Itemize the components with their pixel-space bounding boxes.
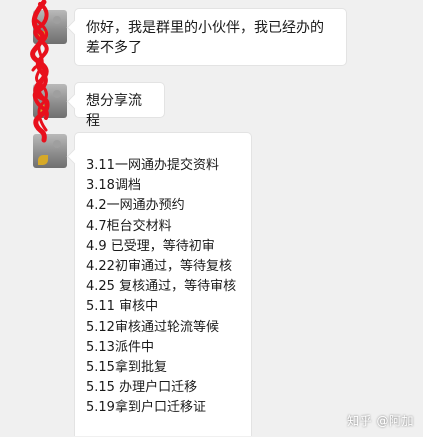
process-step: 5.12审核通过轮流等候 [86, 319, 219, 335]
avatar-dot-icon [53, 140, 61, 148]
process-step: 5.15拿到批复 [86, 360, 167, 376]
process-step: 4.2一网通办预约 [86, 198, 185, 214]
process-step: 5.15 办理户口迁移 [86, 380, 198, 396]
process-step: 5.11 审核中 [86, 299, 159, 315]
avatar-dot-icon [53, 16, 61, 24]
process-step: 4.9 已受理，等待初审 [86, 238, 215, 254]
avatar-leaf-icon [38, 155, 48, 165]
process-step: 5.13派件中 [86, 339, 154, 355]
sender-avatar[interactable] [33, 84, 67, 118]
sender-avatar[interactable] [33, 10, 67, 44]
process-step: 4.22初审通过，等待复核 [86, 259, 232, 275]
process-step: 4.7柜台交材料 [86, 218, 172, 234]
message-bubble[interactable]: 你好，我是群里的小伙伴，我已经办的差不多了 [74, 8, 347, 66]
avatar-leaf-icon [38, 31, 48, 41]
message-bubble[interactable]: 想分享流程 [74, 82, 165, 129]
zhihu-watermark: 知乎 @阿加 [347, 414, 414, 428]
process-step: 4.25 复核通过，等待审核 [86, 279, 237, 295]
message-bubble[interactable]: 3.11一网通办提交资料 3.18调档 4.2一网通办预约 4.7柜台交材料 4… [74, 132, 252, 436]
process-step: 3.11一网通办提交资料 [86, 158, 219, 173]
chat-window: 你好，我是群里的小伙伴，我已经办的差不多了 想分享流程 3.11一网通办提交资料… [0, 0, 423, 437]
sender-avatar[interactable] [33, 134, 67, 168]
avatar-dot-icon [53, 90, 61, 98]
avatar-leaf-icon [38, 105, 48, 115]
message-text: 想分享流程 [86, 93, 142, 129]
process-step: 5.19拿到户口迁移证 [86, 400, 206, 416]
process-step-list: 3.11一网通办提交资料 3.18调档 4.2一网通办预约 4.7柜台交材料 4… [86, 156, 243, 419]
message-text: 你好，我是群里的小伙伴，我已经办的差不多了 [86, 20, 324, 56]
process-step: 3.18调档 [86, 178, 141, 194]
